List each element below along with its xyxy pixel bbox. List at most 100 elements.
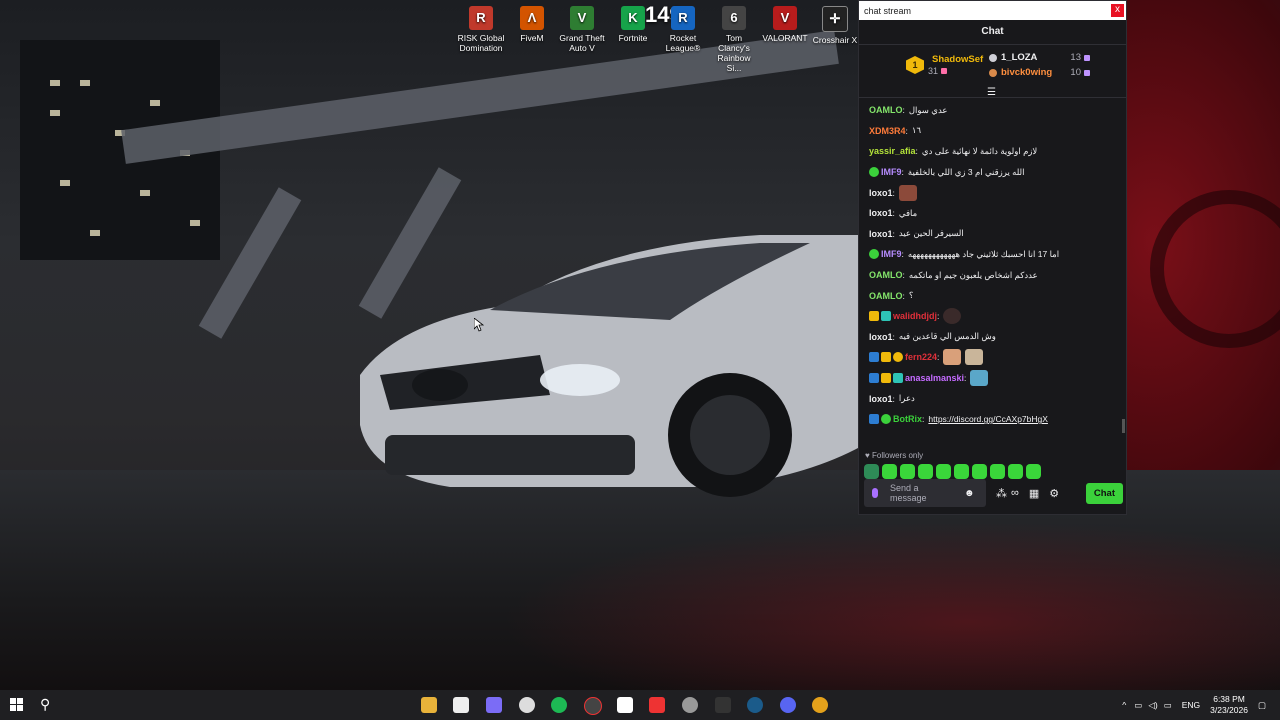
chat-username[interactable]: IMF9 xyxy=(881,167,902,177)
desktop-icon-rocket-league[interactable]: R Rocket League® xyxy=(658,4,708,53)
battery-icon[interactable]: ▭ xyxy=(1164,700,1172,711)
desktop-icon-label: RISK Global Domination xyxy=(457,33,505,53)
capcut-icon[interactable] xyxy=(617,697,633,713)
emote-icon[interactable] xyxy=(882,464,897,479)
store-icon[interactable] xyxy=(453,697,469,713)
chat-username[interactable]: XDM3R4 xyxy=(869,126,906,136)
chat-message: anasalmanski: xyxy=(869,368,1116,389)
fivem-icon: Λ xyxy=(520,6,544,30)
system-tray: ^ ▭ ◁) ▭ ENG 6:38 PM 3/23/2026 ▢ xyxy=(1122,690,1280,720)
chat-scrollbar[interactable] xyxy=(1122,419,1125,433)
windows-start-icon[interactable] xyxy=(10,698,24,712)
rocket-league-icon: R xyxy=(671,6,695,30)
chat-username[interactable]: OAMLO xyxy=(869,291,903,301)
chat-text: دعرا xyxy=(898,393,915,404)
chat-username[interactable]: IMF9 xyxy=(881,249,902,259)
chat-input[interactable]: Send a message ☻ xyxy=(864,479,986,507)
chat-username[interactable]: loxo1 xyxy=(869,208,893,218)
chat-username[interactable]: yassir_afia xyxy=(869,146,916,156)
desktop-icon-rainbow-six[interactable]: 6 Tom Clancy's Rainbow Si... xyxy=(709,4,759,73)
medal-badge-icon xyxy=(893,352,903,363)
search-icon[interactable]: ⚲ xyxy=(40,696,50,713)
chat-input-placeholder: Send a message xyxy=(890,483,927,503)
leaderboard: 1 ShadowSef 31 1_LOZA 13 bivck0wing 10 ☰ xyxy=(859,45,1126,98)
clock[interactable]: 6:38 PM 3/23/2026 xyxy=(1210,694,1248,716)
gamepad-icon[interactable] xyxy=(486,697,502,713)
notification-icon[interactable]: ▢ xyxy=(1258,700,1266,711)
points-icon xyxy=(941,68,948,74)
microphone-icon[interactable] xyxy=(872,488,878,498)
desktop-icon-gta[interactable]: V Grand Theft Auto V xyxy=(557,4,607,53)
crown-badge-icon xyxy=(881,373,891,384)
volume-icon[interactable]: ◁) xyxy=(1148,700,1157,711)
chrome-like-icon[interactable] xyxy=(682,697,698,713)
clock-date: 3/23/2026 xyxy=(1210,705,1248,715)
send-chat-button[interactable]: Chat xyxy=(1085,482,1123,504)
emote-icon[interactable] xyxy=(1026,464,1041,479)
chat-link[interactable]: https://discord.gg/CcAXp7bHgX xyxy=(928,414,1048,424)
chat-username[interactable]: loxo1 xyxy=(869,188,893,198)
steam-icon[interactable] xyxy=(747,697,763,713)
spotify-icon[interactable] xyxy=(551,697,567,713)
obs-icon[interactable] xyxy=(519,697,535,713)
chat-message: IMF9: اما 17 انا احسبك ثلاثيني جاد هههههه… xyxy=(869,244,1116,265)
chat-message: BotRix: https://discord.gg/CcAXp7bHgX xyxy=(869,409,1116,430)
desktop-icon-valorant[interactable]: V VALORANT xyxy=(760,4,810,43)
desktop-icon-fivem[interactable]: Λ FiveM xyxy=(507,4,557,43)
chat-username[interactable]: loxo1 xyxy=(869,394,893,404)
valorant-icon: V xyxy=(773,6,797,30)
chat-username[interactable]: OAMLO xyxy=(869,105,903,115)
close-button[interactable]: x xyxy=(1111,4,1124,17)
chat-username[interactable]: fern224 xyxy=(905,352,937,362)
emote-icon[interactable] xyxy=(900,464,915,479)
app-icon[interactable] xyxy=(649,697,665,713)
desktop-icon-label: Rocket League® xyxy=(665,33,701,53)
chat-username[interactable]: walidhdjdj xyxy=(893,311,937,321)
desktop-icon-label: Tom Clancy's Rainbow Si... xyxy=(717,33,751,73)
emote-icon[interactable] xyxy=(864,464,879,479)
window-titlebar[interactable]: chat stream x xyxy=(859,1,1126,20)
taskbar: ⚲ ^ ▭ ◁) ▭ ENG 6:38 PM 3/23/2026 ▢ xyxy=(0,690,1280,720)
store-icon[interactable]: ▦ xyxy=(1029,487,1039,500)
crosshair-app-icon[interactable] xyxy=(584,697,602,715)
chat-text: اما 17 انا احسبك ثلاثيني جاد ههههههههههه… xyxy=(907,248,1060,259)
crown-badge-icon xyxy=(881,352,891,363)
emote-icon[interactable] xyxy=(972,464,987,479)
infinity-icon[interactable]: ∞ xyxy=(1011,487,1019,499)
chat-username[interactable]: loxo1 xyxy=(869,229,893,239)
wallpaper-floor-glow xyxy=(500,520,1280,690)
chat-text: لازم اولوية دائمة لا نهائية على دي xyxy=(921,145,1038,156)
heart-icon: ♥ xyxy=(865,451,870,460)
emote-bar xyxy=(859,460,1126,479)
emoji-icon[interactable]: ☻ xyxy=(964,488,975,499)
collapse-leaderboard-icon[interactable]: ☰ xyxy=(987,87,996,98)
verified-badge-icon xyxy=(881,414,891,425)
chat-header: Chat xyxy=(859,20,1126,45)
emote-icon[interactable] xyxy=(1008,464,1023,479)
chat-username[interactable]: BotRix xyxy=(893,414,922,424)
crown-badge-icon xyxy=(869,311,879,322)
chat-username[interactable]: OAMLO xyxy=(869,270,903,280)
file-explorer-icon[interactable] xyxy=(421,697,437,713)
chevron-up-icon[interactable]: ^ xyxy=(1122,700,1126,710)
language-indicator[interactable]: ENG xyxy=(1182,700,1200,710)
epic-games-icon[interactable] xyxy=(715,697,731,713)
emote-icon[interactable] xyxy=(936,464,951,479)
network-icon[interactable]: ▭ xyxy=(1134,700,1142,711)
chrome-icon[interactable] xyxy=(812,697,828,713)
emote-icon[interactable] xyxy=(954,464,969,479)
emote-icon[interactable] xyxy=(918,464,933,479)
leaderboard-entry[interactable]: 1_LOZA 13 xyxy=(989,52,1090,63)
chat-username[interactable]: anasalmanski xyxy=(905,373,964,383)
gear-icon[interactable]: ⚙ xyxy=(1049,487,1059,500)
desktop-icon-risk[interactable]: R RISK Global Domination xyxy=(456,4,506,53)
combo-icon[interactable]: ⁂ xyxy=(996,487,1007,500)
leaderboard-entry[interactable]: bivck0wing 10 xyxy=(989,67,1090,78)
chat-username[interactable]: loxo1 xyxy=(869,332,893,342)
chat-messages: OAMLO: عدي سوال XDM3R4:١٦ yassir_afia: لاز… xyxy=(859,98,1126,445)
emote-icon[interactable] xyxy=(990,464,1005,479)
chat-message: XDM3R4:١٦ xyxy=(869,125,922,136)
desktop-icon-crosshair-x[interactable]: ✛ Crosshair X xyxy=(810,4,860,45)
discord-icon[interactable] xyxy=(780,697,796,713)
leaderboard-top-entry[interactable]: 1 ShadowSef 31 xyxy=(906,54,983,76)
